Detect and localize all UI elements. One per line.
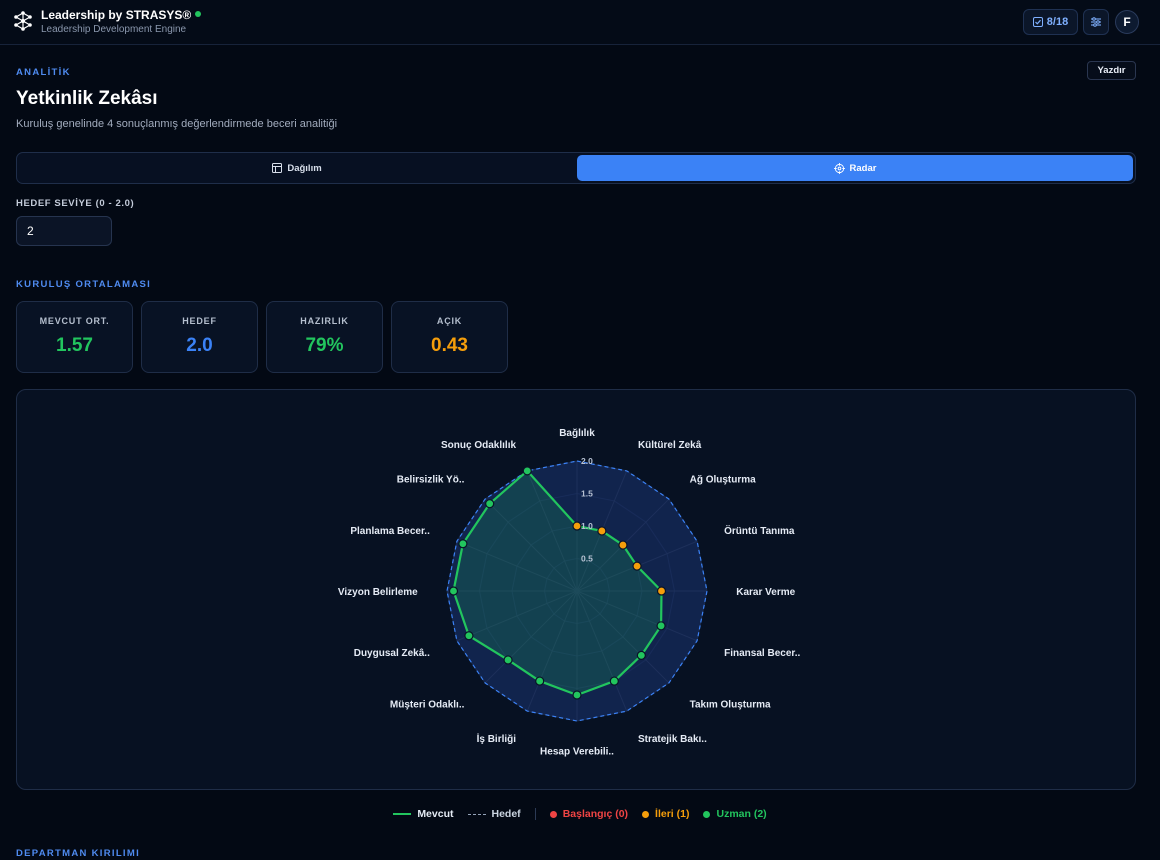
legend-target: Hedef (467, 808, 521, 820)
radar-point (636, 650, 646, 660)
org-average-label: KURULUŞ ORTALAMASI (16, 279, 152, 290)
target-level-input[interactable]: 2 (16, 216, 112, 246)
radar-point (632, 561, 642, 571)
legend-advanced-label: İleri (1) (655, 808, 690, 820)
radar-point (522, 466, 532, 476)
app-subtitle: Leadership Development Engine (41, 24, 187, 35)
tab-distribution-label: Dağılım (287, 162, 322, 174)
radar-point (609, 676, 619, 686)
user-avatar[interactable]: F (1115, 10, 1139, 34)
radar-axis-label: Müşteri Odaklı.. (390, 700, 465, 711)
legend-expert-label: Uzman (2) (716, 808, 767, 820)
radar-axis-label: Takım Oluşturma (690, 700, 771, 711)
sliders-icon (1091, 17, 1101, 27)
top-bar: Leadership by STRASYS® Leadership Develo… (0, 0, 1160, 45)
radar-point (572, 521, 582, 531)
checklist-icon (1032, 17, 1043, 27)
radar-axis-label: Planlama Becer.. (350, 526, 430, 537)
legend-expert: Uzman (2) (703, 808, 767, 820)
chart-legend: Mevcut Hedef Başlangıç (0) İleri (1) Uzm… (0, 808, 1160, 820)
tab-radar-label: Radar (849, 162, 877, 174)
radar-axis-label: Ağ Oluşturma (690, 474, 757, 485)
stat-card-gap: AÇIK 0.43 (391, 301, 508, 373)
stat-value: 1.57 (56, 335, 93, 356)
settings-button[interactable] (1083, 9, 1109, 35)
radar-axis-label: Karar Verme (736, 587, 795, 598)
radar-chart-card: 0.5 1.0 1.5 2.0 Bağlılık Kültürel Zekâ Ağ Oluş… (16, 389, 1136, 790)
radar-point (503, 655, 513, 665)
radar-point (535, 676, 545, 686)
radar-tick-label: 2.0 (581, 456, 593, 466)
department-breakdown-label: DEPARTMAN KIRILIMI (16, 848, 141, 859)
print-button[interactable]: Yazdır (1087, 61, 1136, 80)
legend-beginner-label: Başlangıç (0) (562, 808, 629, 820)
radar-axis-label: Sonuç Odaklılık (441, 440, 516, 451)
stat-card-readiness: HAZIRLIK 79% (266, 301, 383, 373)
radar-axis-label: Örüntü Tanıma (724, 524, 795, 537)
table-icon (272, 163, 283, 173)
radar-tick-label: 1.0 (581, 521, 593, 531)
stat-label: HEDEF (182, 316, 217, 326)
legend-beginner-dot (549, 810, 557, 818)
page-title: Yetkinlik Zekâsı (16, 88, 158, 109)
radar-axis-label: Belirsizlik Yö.. (397, 474, 465, 485)
radar-point (618, 540, 628, 550)
stat-label: MEVCUT ORT. (39, 316, 110, 326)
legend-expert-dot (703, 810, 711, 818)
radar-axis-label: Kültürel Zekâ (638, 440, 702, 451)
legend-advanced-dot (642, 810, 650, 818)
legend-current: Mevcut (393, 808, 454, 820)
legend-beginner: Başlangıç (0) (549, 808, 629, 820)
radar-point (464, 631, 474, 641)
radar-point (485, 499, 495, 509)
radar-point (656, 586, 667, 596)
stat-card-current: MEVCUT ORT. 1.57 (16, 301, 133, 373)
status-dot (195, 11, 202, 17)
legend-divider (534, 808, 536, 820)
radar-axis-label: Finansal Becer.. (724, 648, 800, 659)
radar-axis-label: Hesap Verebili.. (540, 746, 614, 757)
legend-current-label: Mevcut (417, 808, 454, 820)
tab-distribution[interactable]: Dağılım (19, 155, 575, 181)
legend-target-swatch (467, 813, 486, 815)
page-subtitle: Kuruluş genelinde 4 sonuçlanmış değerlen… (16, 118, 338, 130)
stat-value: 0.43 (431, 335, 468, 356)
radar-point (656, 621, 666, 631)
section-label: ANALİTİK (16, 67, 71, 78)
legend-advanced: İleri (1) (642, 808, 689, 820)
legend-current-swatch (393, 813, 412, 815)
radar-axis-label: Bağlılık (559, 428, 595, 439)
network-logo-icon (14, 11, 32, 31)
progress-count: 8/18 (1046, 16, 1069, 28)
stat-card-target: HEDEF 2.0 (141, 301, 258, 373)
target-icon (833, 162, 845, 174)
radar-tick-label: 0.5 (581, 554, 593, 564)
radar-axis-label: İş Birliği (477, 732, 517, 745)
radar-chart: 0.5 1.0 1.5 2.0 Bağlılık Kültürel Zekâ Ağ Oluş… (338, 428, 801, 758)
radar-axis-label: Stratejik Bakı.. (638, 734, 707, 745)
radar-tick-label: 1.5 (581, 489, 593, 499)
radar-point (448, 586, 459, 596)
view-tabs: Dağılım Radar (16, 152, 1136, 184)
stat-value: 79% (305, 335, 344, 356)
progress-button[interactable]: 8/18 (1023, 9, 1078, 35)
tab-radar[interactable]: Radar (577, 155, 1133, 181)
radar-axis-label: Vizyon Belirleme (338, 587, 418, 598)
radar-point (597, 526, 607, 536)
target-level-label: HEDEF SEVİYE (0 - 2.0) (16, 198, 135, 209)
radar-axis-label: Duygusal Zekâ.. (354, 648, 430, 659)
stat-label: AÇIK (436, 316, 463, 326)
legend-target-label: Hedef (491, 808, 521, 820)
radar-point (458, 539, 468, 549)
app-title: Leadership by STRASYS® (41, 8, 202, 22)
stat-value: 2.0 (186, 335, 213, 356)
radar-point (572, 690, 582, 700)
stat-label: HAZIRLIK (300, 316, 349, 326)
